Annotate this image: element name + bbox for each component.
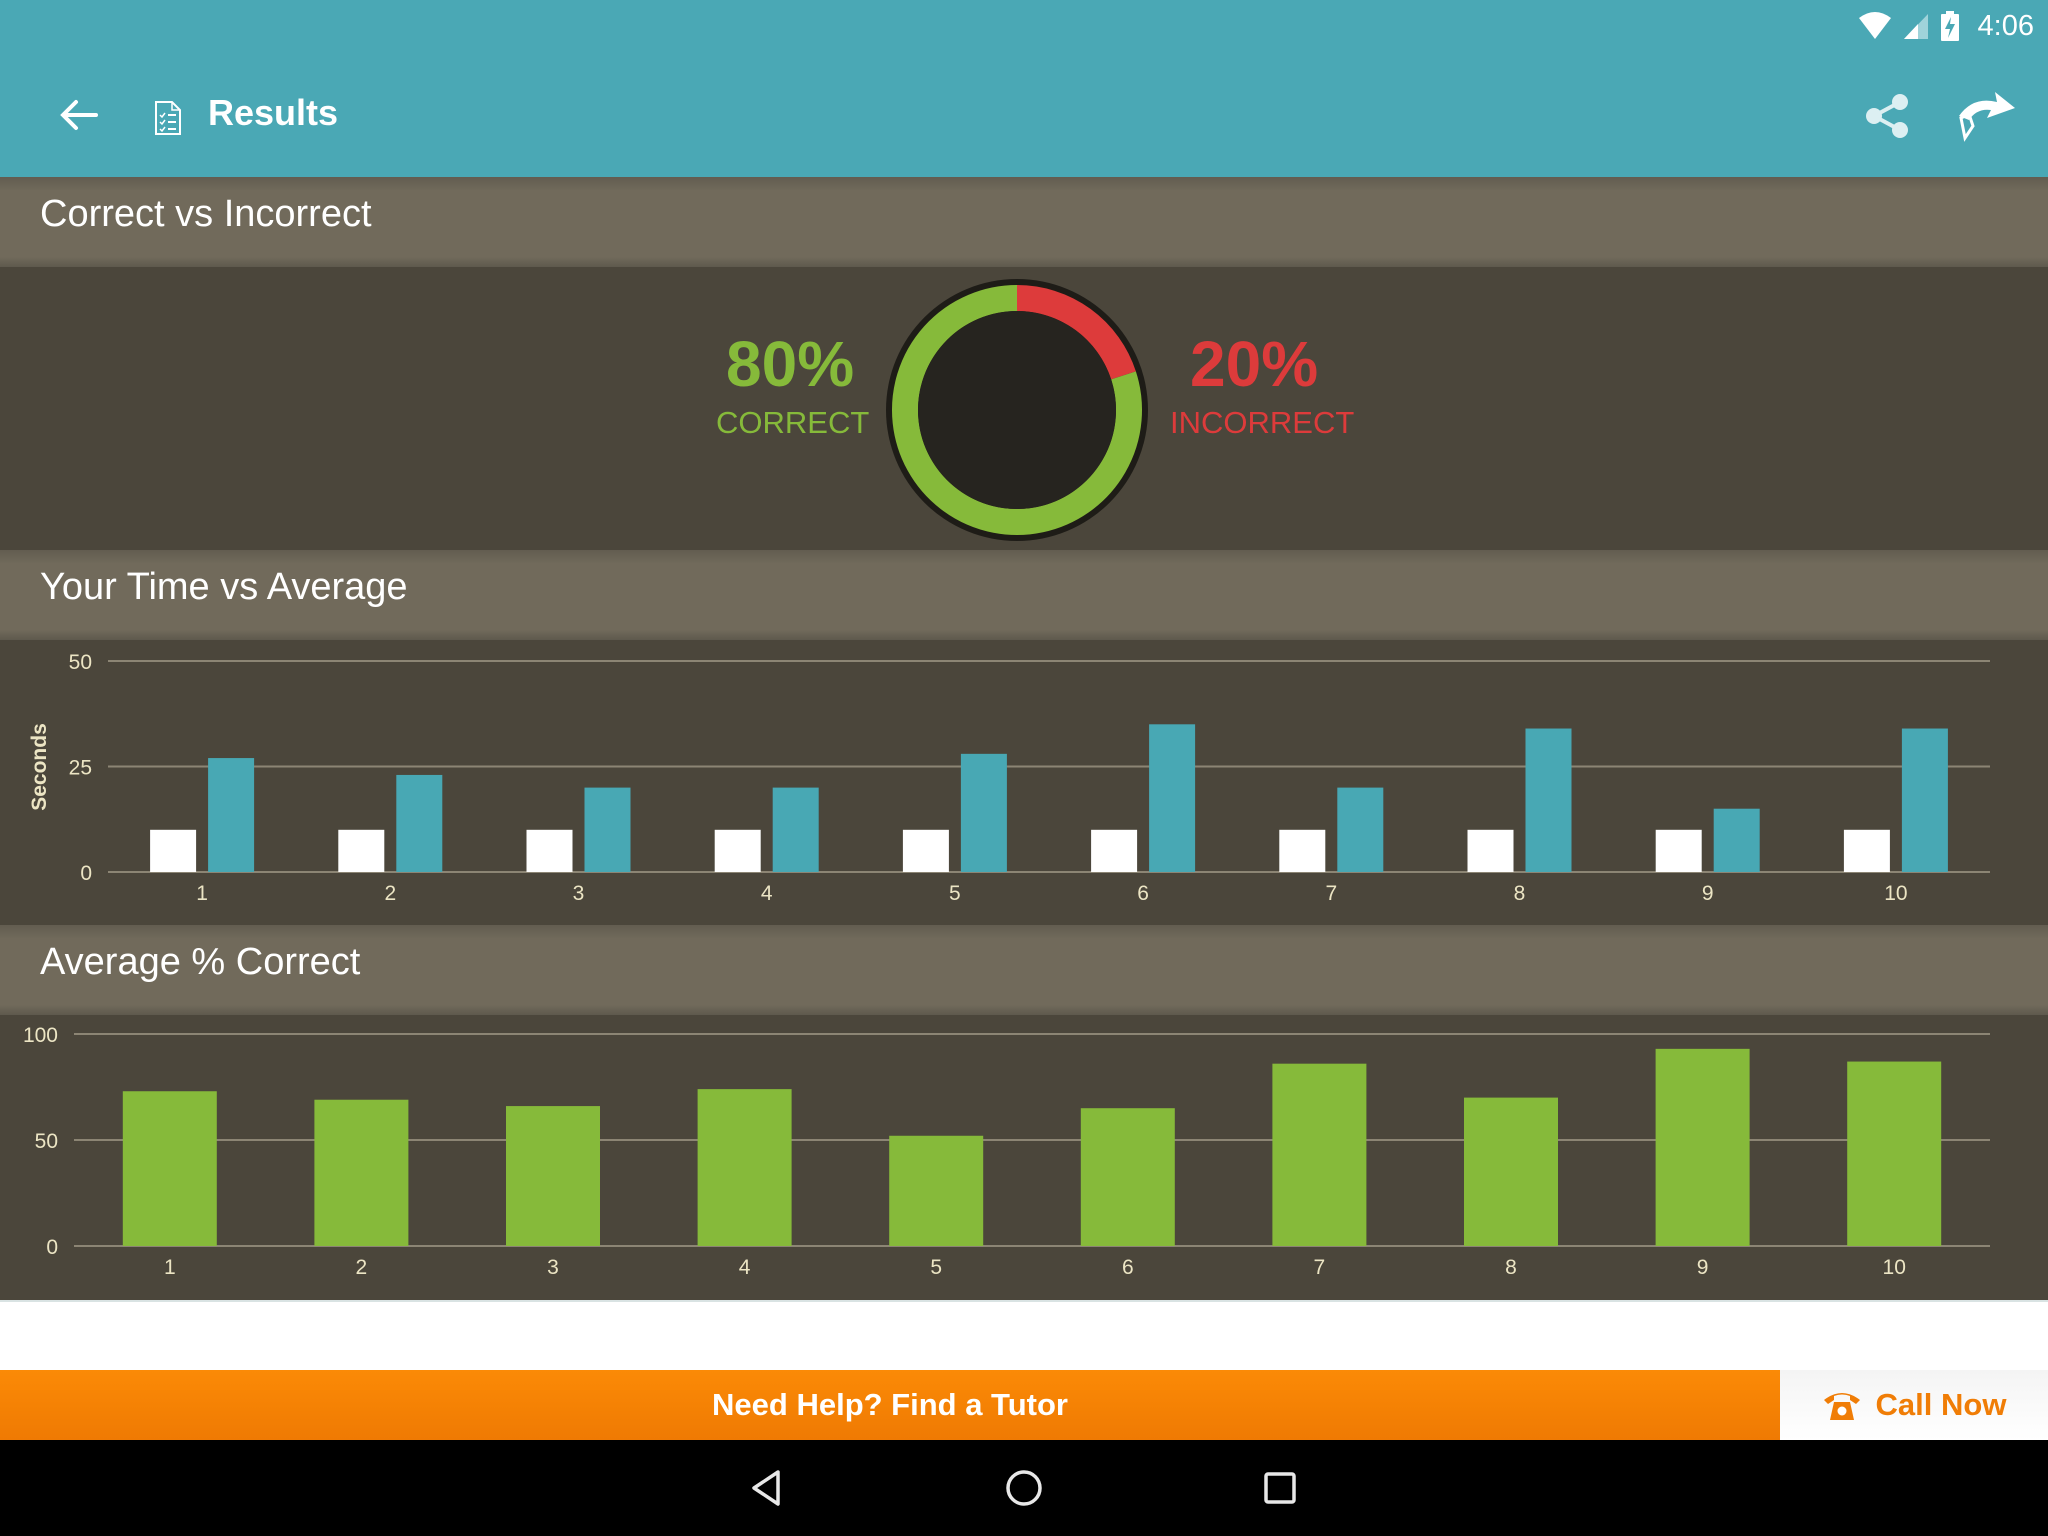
bar-average-correct-2 (314, 1099, 409, 1246)
correct-percentage: 80% (726, 328, 855, 400)
section-title: Correct vs Incorrect (40, 193, 372, 235)
app-bar: Results (0, 70, 2048, 160)
y-tick-label: 0 (80, 862, 92, 885)
incorrect-percentage: 20% (1190, 328, 1319, 400)
battery-charging-icon (1940, 11, 1959, 41)
top-bar: 4:06 Results (0, 0, 2048, 177)
page-title: Results (208, 92, 339, 133)
x-tick-label: 7 (1325, 882, 1337, 905)
bar-average-correct-5 (889, 1135, 984, 1246)
x-tick-label: 9 (1697, 1256, 1709, 1279)
average-correct-chart: 0 50 100 1 2 3 4 5 6 7 8 9 10 (23, 1024, 1990, 1279)
system-nav-bar (0, 1440, 2048, 1536)
x-tick-label: 1 (196, 882, 208, 905)
bar-average-6 (1149, 724, 1196, 872)
bar-your-time-8 (1467, 829, 1514, 872)
x-tick-label: 10 (1884, 882, 1907, 905)
x-tick-label: 5 (930, 1256, 942, 1279)
bar-your-time-9 (1655, 829, 1702, 872)
bar-your-time-5 (902, 829, 949, 872)
x-tick-label: 3 (573, 882, 585, 905)
bar-average-correct-4 (697, 1089, 792, 1246)
x-tick-label: 6 (1122, 1256, 1134, 1279)
x-tick-label: 2 (356, 1256, 368, 1279)
bar-average-correct-1 (122, 1091, 217, 1246)
bar-your-time-1 (150, 829, 197, 872)
incorrect-label: INCORRECT (1170, 405, 1355, 440)
correct-label: CORRECT (716, 405, 870, 440)
avg-correct-chart-panel: 0 50 100 1 2 3 4 5 6 7 8 9 10 (0, 1015, 2048, 1300)
y-tick-label: 50 (35, 1130, 58, 1153)
bar-your-time-4 (714, 829, 761, 872)
bar-your-time-3 (526, 829, 573, 872)
time-vs-average-chart: 0 25 50 Seconds 1 2 3 4 5 6 7 8 9 10 (28, 651, 1990, 905)
section-header-time-vs-average: Your Time vs Average (0, 550, 2048, 640)
nav-home-icon[interactable] (1002, 1466, 1046, 1510)
bar-average-9 (1713, 808, 1760, 872)
bar-average-10 (1901, 728, 1948, 872)
bar-average-correct-8 (1464, 1097, 1558, 1246)
x-tick-label: 7 (1314, 1256, 1326, 1279)
y-tick-label: 0 (46, 1236, 58, 1259)
bar-average-5 (960, 753, 1007, 872)
bar-average-correct-9 (1655, 1048, 1750, 1246)
wifi-icon (1858, 12, 1891, 39)
share-icon[interactable] (1862, 90, 1912, 142)
x-tick-label: 8 (1514, 882, 1526, 905)
back-arrow-icon[interactable] (56, 92, 102, 138)
nav-recents-icon[interactable] (1258, 1466, 1302, 1510)
section-header-correct-vs-incorrect: Correct vs Incorrect (0, 177, 2048, 267)
x-tick-label: 6 (1137, 882, 1149, 905)
bar-average-correct-3 (506, 1106, 600, 1246)
brand-logo-icon[interactable] (1955, 88, 2017, 146)
find-tutor-label: Need Help? Find a Tutor (712, 1387, 1068, 1422)
nav-back-icon[interactable] (746, 1466, 790, 1510)
call-now-label: Call Now (1875, 1387, 2007, 1422)
y-tick-label: 100 (23, 1024, 58, 1047)
bar-average-2 (396, 774, 443, 872)
y-tick-label: 25 (69, 757, 92, 780)
find-tutor-button[interactable]: Need Help? Find a Tutor (0, 1370, 1780, 1440)
x-tick-label: 4 (739, 1256, 751, 1279)
phone-icon (1823, 1393, 1860, 1420)
section-title: Your Time vs Average (40, 566, 408, 608)
y-tick-label: 50 (69, 651, 92, 674)
x-tick-label: 9 (1702, 882, 1714, 905)
donut-center (918, 311, 1116, 509)
x-tick-label: 4 (761, 882, 773, 905)
bar-average-correct-7 (1272, 1063, 1367, 1246)
cell-signal-icon (1903, 14, 1928, 39)
time-chart-panel: 0 25 50 Seconds 1 2 3 4 5 6 7 8 9 10 (0, 640, 2048, 925)
bar-average-4 (772, 787, 819, 872)
section-header-average-correct: Average % Correct (0, 925, 2048, 1015)
content-spacer (0, 1300, 2048, 1370)
x-tick-label: 8 (1505, 1256, 1517, 1279)
bar-average-correct-10 (1847, 1061, 1942, 1246)
bar-your-time-6 (1091, 829, 1138, 872)
status-time: 4:06 (1977, 9, 2034, 42)
status-bar: 4:06 (1858, 6, 2034, 46)
bar-your-time-2 (338, 829, 385, 872)
call-now-button[interactable]: Call Now (1780, 1370, 2048, 1440)
bar-average-correct-6 (1080, 1108, 1175, 1246)
x-tick-label: 5 (949, 882, 961, 905)
bar-average-3 (584, 787, 631, 872)
bar-your-time-10 (1843, 829, 1890, 872)
bar-average-1 (208, 758, 255, 872)
x-tick-label: 2 (384, 882, 396, 905)
bar-average-7 (1337, 787, 1384, 872)
section-title: Average % Correct (40, 941, 361, 983)
document-checklist-icon (155, 101, 181, 135)
y-axis-label: Seconds (28, 723, 51, 811)
results-screen: 4:06 Results Correct vs Incorrect 80% CO… (0, 0, 2048, 1536)
bar-average-8 (1525, 728, 1572, 872)
bar-your-time-7 (1279, 829, 1326, 872)
donut-chart (886, 279, 1148, 541)
x-tick-label: 3 (547, 1256, 559, 1279)
donut-panel: 80% CORRECT 20% INCORRECT (0, 267, 2048, 550)
x-tick-label: 10 (1883, 1256, 1906, 1279)
x-tick-label: 1 (164, 1256, 176, 1279)
